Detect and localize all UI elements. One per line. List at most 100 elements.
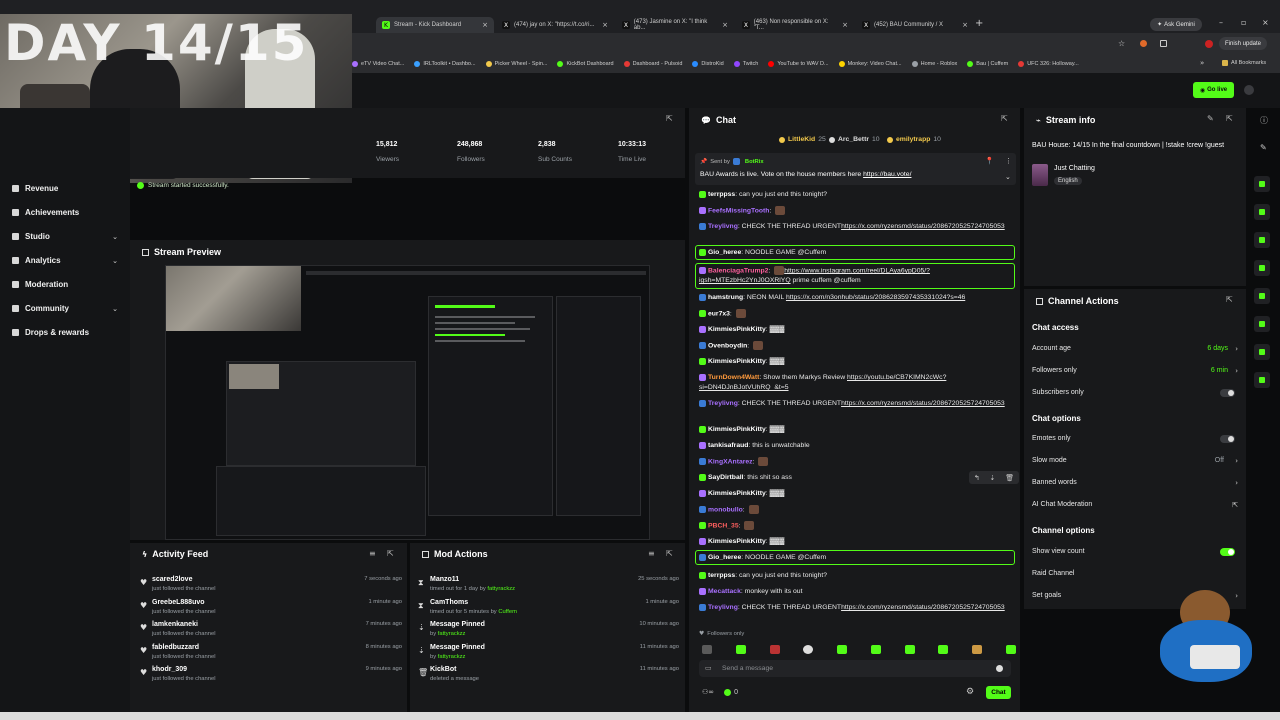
avatar[interactable] bbox=[1205, 40, 1213, 48]
chat-username[interactable]: KingXAntarez bbox=[708, 458, 753, 465]
chat-message[interactable]: KimmiesPinkKitty: ▓▓▓ bbox=[699, 357, 1019, 367]
chat-username[interactable]: Treylivng bbox=[708, 400, 738, 407]
chat-username[interactable]: Ovenboydin bbox=[708, 342, 747, 349]
chat-input[interactable]: ▭ Send a message bbox=[699, 660, 1011, 677]
ask-gemini-button[interactable]: ✦ Ask Gemini bbox=[1150, 18, 1202, 31]
rail-tool-button[interactable] bbox=[1254, 260, 1270, 276]
sidebar-item-revenue[interactable]: Revenue bbox=[12, 184, 118, 193]
mod-action-target[interactable]: Message Pinned bbox=[430, 621, 485, 628]
unpin-icon[interactable]: 📍 bbox=[985, 157, 994, 165]
account-age-row[interactable]: Account age 6 days › bbox=[1032, 345, 1238, 353]
more-icon[interactable]: ⋮ bbox=[1005, 157, 1012, 165]
extension-icon[interactable] bbox=[1140, 40, 1147, 47]
top-gifter[interactable]: emilytrapp 10 bbox=[887, 136, 941, 143]
subscribers-only-toggle[interactable] bbox=[1220, 389, 1235, 397]
activity-username[interactable]: GreebeL888uvo bbox=[152, 599, 205, 606]
tab-x-452[interactable]: X (452) BAU Community / X × bbox=[856, 17, 974, 33]
extensions-puzzle-icon[interactable] bbox=[1160, 40, 1167, 47]
chat-username[interactable]: tankisafraud bbox=[708, 442, 748, 449]
sidebar-item-community[interactable]: Community ⌄ bbox=[12, 304, 118, 313]
slow-mode-row[interactable]: Slow mode Off › bbox=[1032, 457, 1238, 465]
chat-username[interactable]: Treylivng bbox=[708, 223, 738, 230]
pin-icon[interactable]: ⇣ bbox=[990, 474, 996, 482]
chat-username[interactable]: Mecattack bbox=[708, 588, 741, 595]
chat-message[interactable]: Treylivng: CHECK THE THREAD URGENThttps:… bbox=[699, 399, 1015, 409]
raid-channel-row[interactable]: Raid Channel bbox=[1032, 570, 1238, 577]
chat-username[interactable]: KimmiesPinkKitty bbox=[708, 490, 766, 497]
top-gifter[interactable]: Arc_Bettr 10 bbox=[829, 136, 880, 143]
bookmark-item[interactable]: Bau | Cuffem bbox=[967, 61, 1008, 67]
emote-icon[interactable] bbox=[1005, 644, 1016, 654]
rail-tool-button[interactable] bbox=[1254, 372, 1270, 388]
rail-tool-button[interactable] bbox=[1254, 288, 1270, 304]
chat-username[interactable]: FeefsMissingTooth bbox=[708, 207, 769, 214]
emote-icon[interactable] bbox=[735, 644, 746, 654]
rail-tool-button[interactable] bbox=[1254, 316, 1270, 332]
tab-kick-dashboard[interactable]: K Stream - Kick Dashboard × bbox=[376, 17, 494, 33]
chat-message[interactable]: Ovenboydin: bbox=[699, 341, 1019, 351]
category-name[interactable]: Just Chatting bbox=[1054, 165, 1095, 172]
bookmark-item[interactable]: Twitch bbox=[733, 61, 758, 67]
rail-tool-button[interactable] bbox=[1254, 232, 1270, 248]
sidebar-item-drops-rewards[interactable]: Drops & rewards bbox=[12, 328, 118, 337]
chat-link[interactable]: https://x.com/ryzensmd/status/2086720525… bbox=[841, 223, 1005, 230]
chat-username[interactable]: Treylivng bbox=[708, 604, 738, 611]
chat-message[interactable]: tankisafraud: this is unwatchable bbox=[699, 441, 1019, 451]
chat-message[interactable]: terrppss: can you just end this tonight? bbox=[699, 190, 1019, 200]
mod-action-target[interactable]: CamThoms bbox=[430, 599, 468, 606]
chat-message[interactable]: hamstrung: NEON MAIL https://x.com/n3onh… bbox=[699, 293, 1015, 303]
popout-icon[interactable]: ⇱ bbox=[666, 114, 673, 123]
close-window-icon[interactable]: × bbox=[1262, 18, 1269, 27]
chat-username[interactable]: terrppss bbox=[708, 572, 735, 579]
chat-link[interactable]: https://x.com/n3onhub/status/20862835974… bbox=[786, 294, 965, 301]
chat-message[interactable]: FeefsMissingTooth: bbox=[699, 206, 1019, 216]
moderator-name[interactable]: fattyrackzz bbox=[438, 631, 466, 637]
emotes-only-toggle[interactable] bbox=[1220, 435, 1235, 443]
emote-icon[interactable] bbox=[870, 644, 881, 654]
chat-message[interactable]: eur7x3: bbox=[699, 309, 1019, 319]
trash-icon[interactable]: 🗑 bbox=[1005, 474, 1014, 482]
chat-message[interactable]: KimmiesPinkKitty: ▓▓▓ bbox=[699, 489, 1019, 499]
filter-icon[interactable]: ≡ bbox=[369, 549, 376, 558]
moderator-name[interactable]: fattyrackzz bbox=[438, 654, 466, 660]
go-live-button[interactable]: ◉ Go live bbox=[1193, 82, 1234, 98]
chat-message[interactable]: Treylivng: CHECK THE THREAD URGENThttps:… bbox=[699, 222, 1015, 232]
chat-message[interactable]: Gio_heree: NOODLE GAME @Cuffem bbox=[699, 553, 1019, 563]
emoji-icon[interactable] bbox=[996, 665, 1003, 672]
chat-username[interactable]: Gio_heree bbox=[708, 554, 741, 561]
chat-message[interactable]: TurnDown4Watt: Show them Markys Review h… bbox=[699, 373, 1015, 393]
chat-username[interactable]: Gio_heree bbox=[708, 249, 741, 256]
reply-icon[interactable]: ↰ bbox=[974, 474, 980, 482]
emote-icon[interactable] bbox=[702, 644, 712, 654]
chat-message[interactable]: KimmiesPinkKitty: ▓▓▓ bbox=[699, 537, 1019, 547]
more-bookmarks-icon[interactable]: » bbox=[1200, 59, 1204, 67]
chat-username[interactable]: KimmiesPinkKitty bbox=[708, 326, 766, 333]
chat-message[interactable]: PBCH_35: bbox=[699, 521, 1019, 531]
gear-icon[interactable]: ⚙ bbox=[966, 687, 974, 697]
chat-username[interactable]: hamstrung bbox=[708, 294, 743, 301]
chevron-down-icon[interactable]: ⌄ bbox=[1005, 173, 1011, 181]
send-chat-button[interactable]: Chat bbox=[986, 686, 1011, 699]
close-tab-icon[interactable]: × bbox=[962, 21, 968, 29]
bookmark-item[interactable]: UFC 326: Holloway... bbox=[1018, 61, 1079, 67]
show-view-count-toggle[interactable] bbox=[1220, 548, 1235, 556]
mod-action-target[interactable]: KickBot bbox=[430, 666, 456, 673]
chat-message[interactable]: monobullo: bbox=[699, 505, 1019, 515]
activity-username[interactable]: lamkenkaneki bbox=[152, 621, 198, 628]
tab-x-463[interactable]: X (463) Non responsible on X: "T... × bbox=[736, 17, 854, 33]
bookmark-item[interactable]: Home - Roblox bbox=[911, 61, 957, 67]
chat-username[interactable]: SayDirtball bbox=[708, 474, 744, 481]
close-tab-icon[interactable]: × bbox=[722, 21, 728, 29]
emote-icon[interactable] bbox=[837, 644, 848, 654]
chat-message[interactable]: Mecattack: monkey with its out bbox=[699, 587, 1019, 597]
chat-message[interactable]: KimmiesPinkKitty: ▓▓▓ bbox=[699, 325, 1019, 335]
chat-username[interactable]: terrppss bbox=[708, 191, 735, 198]
followers-only-row[interactable]: Followers only 6 min › bbox=[1032, 367, 1238, 375]
finish-update-button[interactable]: Finish update bbox=[1219, 37, 1267, 50]
stream-preview-video[interactable] bbox=[165, 265, 650, 540]
moderator-name[interactable]: fattyrackzz bbox=[487, 586, 515, 592]
bookmark-item[interactable]: IRLToolkit • Dashbo... bbox=[414, 61, 476, 67]
close-tab-icon[interactable]: × bbox=[482, 21, 488, 29]
sidebar-item-moderation[interactable]: Moderation bbox=[12, 280, 118, 289]
chat-link[interactable]: https://x.com/ryzensmd/status/2086720525… bbox=[841, 400, 1005, 407]
